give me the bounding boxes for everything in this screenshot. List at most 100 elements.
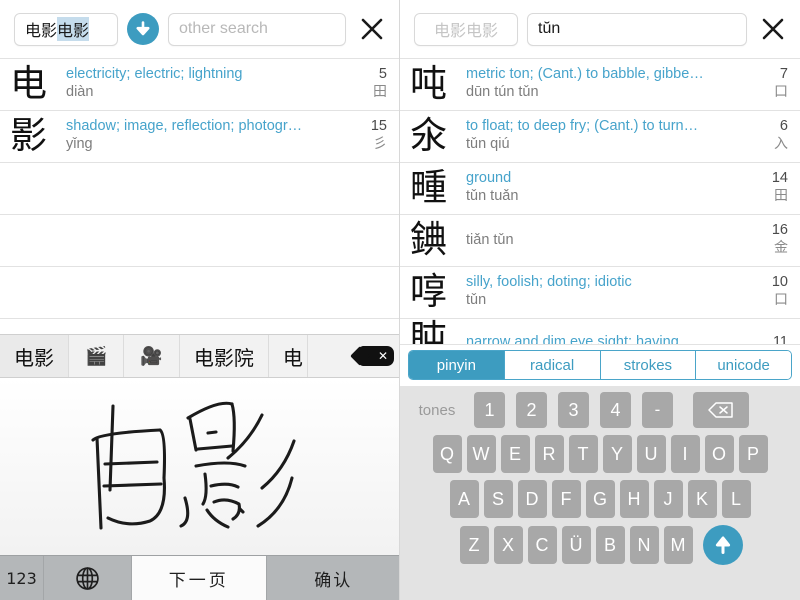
backspace-icon[interactable] (693, 392, 749, 428)
key-a[interactable]: A (450, 480, 479, 518)
result-stroke-count: 6 (754, 117, 788, 135)
result-meta-block: 15 彡 (353, 111, 387, 154)
result-stroke-count: 7 (754, 65, 788, 83)
table-row[interactable]: 氽 to float; to deep fry; (Cant.) to turn… (400, 111, 800, 163)
right-results-list: 吨 metric ton; (Cant.) to babble, gibbe… … (400, 58, 800, 345)
right-primary-search-input[interactable]: 电影电影 (414, 13, 518, 46)
keyboard-row-3: Z X C Ü B N M (400, 525, 800, 565)
table-row[interactable]: 电 electricity; electric; lightning diàn … (0, 59, 399, 111)
key-f[interactable]: F (552, 480, 581, 518)
result-stroke-count: 15 (353, 117, 387, 135)
table-row[interactable]: 影 shadow; image, reflection; photogr… yǐ… (0, 111, 399, 163)
result-text-block: ground tǔn tuǎn (466, 163, 754, 206)
left-primary-text-selected: 电影 (57, 17, 89, 41)
result-character: 盹 (410, 319, 466, 345)
key-u[interactable]: U (637, 435, 666, 473)
left-close-x-icon[interactable] (355, 12, 389, 46)
candidate-item-movie-camera-icon[interactable]: 🎥 (124, 335, 179, 377)
key-p[interactable]: P (739, 435, 768, 473)
key-r[interactable]: R (535, 435, 564, 473)
result-radical: 口 (754, 291, 788, 310)
up-arrow-circle-icon[interactable] (703, 525, 743, 565)
result-stroke-count: 10 (754, 273, 788, 291)
tone-key-2[interactable]: 2 (516, 392, 547, 428)
result-character: 啍 (410, 267, 466, 317)
pinyin-keyboard: tones 1 2 3 4 - Q W E R T Y (400, 386, 800, 600)
next-page-button[interactable]: 下一页 (132, 556, 267, 600)
key-c[interactable]: C (528, 526, 557, 564)
result-radical: 田 (754, 187, 788, 206)
table-row[interactable]: 錪 tiǎn tǔn 16 金 (400, 215, 800, 267)
keyboard-row-2: A S D F G H J K L (400, 480, 800, 518)
result-character: 畽 (410, 163, 466, 213)
candidate-item-clapper-icon[interactable]: 🎬 (69, 335, 124, 377)
key-b[interactable]: B (596, 526, 625, 564)
keyboard-tones-row: tones 1 2 3 4 - (400, 392, 800, 428)
result-definition: electricity; electric; lightning (66, 65, 353, 83)
handwriting-canvas[interactable] (0, 378, 400, 555)
tone-key-neutral[interactable]: - (642, 392, 673, 428)
result-stroke-count: 11 (754, 333, 788, 345)
result-radical: 入 (754, 135, 788, 154)
table-row-partial[interactable]: 盹 narrow and dim eye sight; having 11 (400, 319, 800, 345)
key-o[interactable]: O (705, 435, 734, 473)
key-x[interactable]: X (494, 526, 523, 564)
key-u-umlaut[interactable]: Ü (562, 526, 591, 564)
tab-pinyin[interactable]: pinyin (409, 351, 505, 379)
left-primary-search-input[interactable]: 电影电影 (14, 13, 118, 46)
tab-strokes[interactable]: strokes (601, 351, 697, 379)
backspace-x-glyph: ✕ (378, 350, 388, 362)
result-stroke-count: 16 (754, 221, 788, 239)
left-search-header: 电影电影 other search (0, 0, 399, 58)
key-l[interactable]: L (722, 480, 751, 518)
key-n[interactable]: N (630, 526, 659, 564)
table-row-empty (0, 215, 399, 267)
candidate-item[interactable]: 电 (269, 335, 308, 377)
table-row[interactable]: 吨 metric ton; (Cant.) to babble, gibbe… … (400, 59, 800, 111)
result-meta-block: 7 口 (754, 59, 788, 102)
key-j[interactable]: J (654, 480, 683, 518)
confirm-button[interactable]: 确认 (267, 556, 401, 600)
key-y[interactable]: Y (603, 435, 632, 473)
right-primary-text: 电影电影 (434, 17, 498, 41)
key-d[interactable]: D (518, 480, 547, 518)
result-radical: 金 (754, 239, 788, 258)
result-text-block: shadow; image, reflection; photogr… yǐng (66, 111, 353, 154)
key-g[interactable]: G (586, 480, 615, 518)
candidate-backspace-delete-icon[interactable]: ✕ (354, 335, 400, 377)
result-definition: shadow; image, reflection; photogr… (66, 117, 353, 135)
key-s[interactable]: S (484, 480, 513, 518)
globe-icon[interactable] (44, 556, 132, 600)
candidate-item[interactable]: 电影 (0, 335, 69, 377)
input-mode-tabs: pinyin radical strokes unicode (400, 348, 800, 386)
tone-key-1[interactable]: 1 (474, 392, 505, 428)
candidate-strip: 电影 🎬 🎥 电影院 电 ✕ (0, 334, 400, 378)
right-query-input[interactable]: tŭn (527, 13, 747, 46)
result-meta-block: 14 田 (754, 163, 788, 206)
result-character: 氽 (410, 111, 466, 161)
result-pinyin: tiǎn tǔn (466, 231, 754, 250)
key-t[interactable]: T (569, 435, 598, 473)
right-close-x-icon[interactable] (756, 12, 790, 46)
tone-key-3[interactable]: 3 (558, 392, 589, 428)
key-q[interactable]: Q (433, 435, 462, 473)
table-row[interactable]: 畽 ground tǔn tuǎn 14 田 (400, 163, 800, 215)
right-search-header: 电影电影 tŭn (400, 0, 800, 58)
tone-key-4[interactable]: 4 (600, 392, 631, 428)
key-h[interactable]: H (620, 480, 649, 518)
candidate-item[interactable]: 电影院 (180, 335, 269, 377)
key-i[interactable]: I (671, 435, 700, 473)
key-e[interactable]: E (501, 435, 530, 473)
left-other-search-input[interactable]: other search (168, 13, 346, 46)
numeric-keyboard-button[interactable]: 123 (0, 556, 44, 600)
key-k[interactable]: K (688, 480, 717, 518)
table-row[interactable]: 啍 silly, foolish; doting; idiotic tǔn 10… (400, 267, 800, 319)
down-arrow-circle-icon[interactable] (127, 13, 159, 45)
key-z[interactable]: Z (460, 526, 489, 564)
result-radical: 彡 (353, 135, 387, 154)
tab-unicode[interactable]: unicode (696, 351, 791, 379)
left-panel: 电影电影 other search 电 electricity; electri (0, 0, 400, 600)
key-m[interactable]: M (664, 526, 693, 564)
key-w[interactable]: W (467, 435, 496, 473)
tab-radical[interactable]: radical (505, 351, 601, 379)
